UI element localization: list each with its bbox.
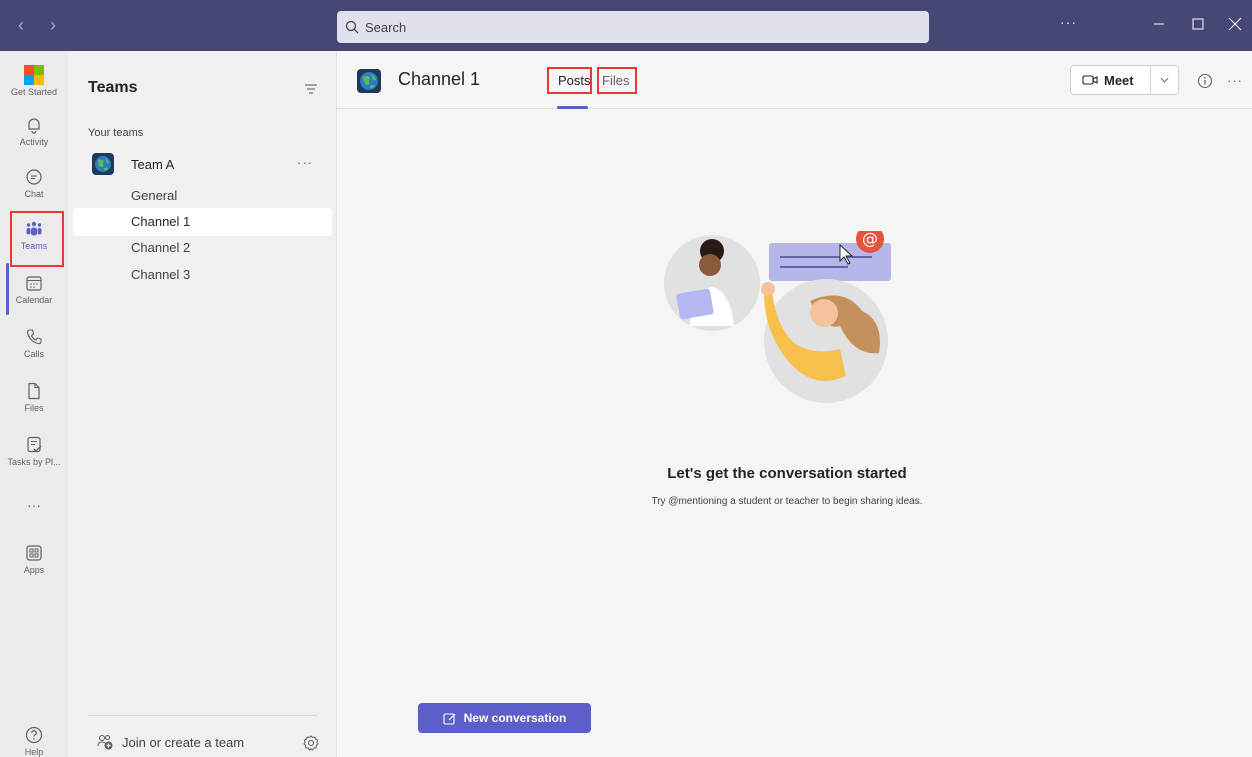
meet-button-group: Meet bbox=[1070, 65, 1179, 95]
chevron-down-icon bbox=[1160, 77, 1169, 83]
rail-label: Chat bbox=[24, 189, 44, 199]
search-icon bbox=[345, 20, 359, 34]
rail-item-calls[interactable]: Calls bbox=[0, 321, 68, 371]
rail-label: Get Started bbox=[10, 87, 58, 97]
add-people-icon bbox=[97, 734, 113, 750]
panel-title: Teams bbox=[88, 79, 138, 96]
compose-icon bbox=[443, 712, 456, 725]
forward-button[interactable]: › bbox=[46, 14, 60, 36]
join-team-label: Join or create a team bbox=[122, 734, 245, 750]
video-camera-icon bbox=[1082, 75, 1098, 85]
channel-title: Channel 1 bbox=[398, 69, 481, 89]
channel-item-channel-3[interactable]: Channel 3 bbox=[73, 261, 332, 289]
rail-label: Activity bbox=[19, 137, 49, 147]
rail-item-get-started[interactable]: Get Started bbox=[0, 57, 68, 107]
highlight-box bbox=[597, 67, 637, 94]
meet-label: Meet bbox=[1104, 72, 1134, 88]
rail-item-chat[interactable]: Chat bbox=[0, 161, 68, 211]
new-conversation-label: New conversation bbox=[463, 711, 567, 725]
rail-label: Apps bbox=[23, 565, 45, 575]
highlight-box bbox=[547, 67, 592, 94]
back-button[interactable]: ‹ bbox=[14, 14, 28, 36]
bell-icon bbox=[28, 118, 40, 134]
phone-icon bbox=[26, 329, 42, 345]
highlight-box bbox=[10, 211, 64, 267]
tasks-icon bbox=[27, 436, 42, 453]
info-icon[interactable] bbox=[1197, 73, 1213, 89]
search-box[interactable]: Search bbox=[337, 11, 929, 43]
channel-item-general[interactable]: General bbox=[73, 182, 332, 210]
help-icon bbox=[25, 726, 43, 744]
rail-item-help[interactable]: Help bbox=[0, 719, 68, 757]
gear-icon[interactable] bbox=[302, 734, 320, 752]
rail-label: Calendar bbox=[15, 295, 53, 305]
active-tab-indicator bbox=[557, 106, 588, 109]
filter-icon[interactable] bbox=[304, 83, 318, 95]
empty-state-subtitle: Try @mentioning a student or teacher to … bbox=[651, 496, 923, 507]
meet-dropdown-button[interactable] bbox=[1151, 75, 1178, 86]
conversation-illustration: @ bbox=[664, 231, 891, 403]
empty-state-title: Let's get the conversation started bbox=[667, 465, 907, 482]
rail-item-apps[interactable]: Apps bbox=[0, 537, 68, 587]
divider bbox=[88, 715, 317, 716]
rail-item-tasks[interactable]: Tasks by Pl... bbox=[0, 429, 68, 479]
rail-label: Help bbox=[24, 747, 44, 757]
rail-item-files[interactable]: Files bbox=[0, 375, 68, 425]
channel-more-button[interactable]: ··· bbox=[1227, 73, 1243, 88]
channel-item-channel-2[interactable]: Channel 2 bbox=[73, 234, 332, 262]
svg-text:@: @ bbox=[862, 231, 878, 248]
rail-item-more[interactable]: ··· bbox=[0, 491, 68, 541]
main-content: Channel 1 Posts Files Meet ··· @ Let's g… bbox=[337, 51, 1252, 757]
history-nav: ‹ › bbox=[14, 14, 60, 36]
file-icon bbox=[28, 382, 40, 400]
rail-label: Tasks by Pl... bbox=[7, 457, 61, 467]
rail-label: Files bbox=[24, 403, 44, 413]
channel-item-channel-1[interactable]: Channel 1 bbox=[73, 208, 332, 236]
minimize-icon[interactable] bbox=[1148, 13, 1170, 35]
teams-panel: Teams Your teams Team A ··· General Chan… bbox=[68, 51, 337, 757]
more-icon: ··· bbox=[27, 497, 41, 513]
calendar-icon bbox=[26, 276, 42, 291]
apps-icon bbox=[26, 545, 42, 561]
your-teams-label: Your teams bbox=[88, 127, 144, 139]
rail-label: Calls bbox=[23, 349, 44, 359]
team-item-team-a[interactable]: Team A ··· bbox=[73, 151, 332, 179]
chat-icon bbox=[26, 169, 42, 185]
rail-item-activity[interactable]: Activity bbox=[0, 109, 68, 159]
app-bar: Get Started Activity Chat Teams Calendar… bbox=[0, 51, 68, 757]
get-started-icon bbox=[24, 65, 44, 85]
new-conversation-button[interactable]: New conversation bbox=[418, 703, 591, 733]
channel-avatar bbox=[357, 69, 381, 93]
team-avatar bbox=[92, 153, 114, 175]
search-input[interactable]: Search bbox=[365, 20, 406, 35]
team-more-button[interactable]: ··· bbox=[297, 155, 313, 170]
channel-header: Channel 1 Posts Files Meet ··· bbox=[337, 51, 1252, 109]
globe-icon bbox=[95, 156, 111, 172]
title-bar: ‹ › Search ··· bbox=[0, 0, 1252, 51]
rail-item-calendar[interactable]: Calendar bbox=[0, 267, 68, 317]
globe-icon bbox=[360, 72, 378, 90]
maximize-icon[interactable] bbox=[1187, 13, 1209, 35]
meet-button[interactable]: Meet bbox=[1071, 73, 1150, 88]
join-or-create-team-button[interactable]: Join or create a team bbox=[96, 733, 244, 751]
settings-more-button[interactable]: ··· bbox=[1060, 14, 1077, 30]
team-name: Team A bbox=[131, 157, 175, 172]
close-icon[interactable] bbox=[1224, 13, 1246, 35]
